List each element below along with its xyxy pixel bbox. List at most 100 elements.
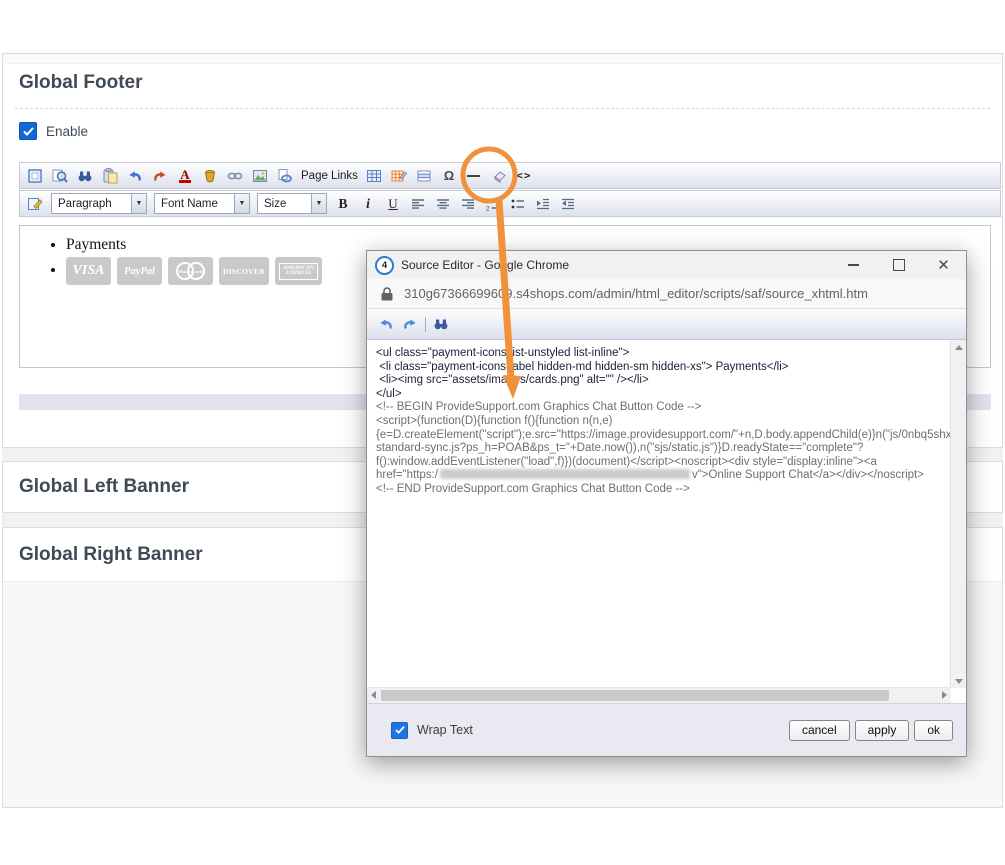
checkmark-icon <box>23 127 34 136</box>
preview-icon[interactable] <box>51 167 69 185</box>
italic-icon[interactable]: i <box>359 195 377 213</box>
chevron-down-icon[interactable]: ▼ <box>311 194 326 213</box>
bold-icon[interactable]: B <box>334 195 352 213</box>
enable-checkbox-row[interactable]: Enable <box>19 122 88 140</box>
fullscreen-icon[interactable] <box>26 167 44 185</box>
paragraph-dropdown[interactable]: Paragraph▼ <box>51 193 147 214</box>
code-line: {e=D.createElement("script");e.src="http… <box>376 429 951 443</box>
source-code-icon[interactable]: <> <box>515 167 533 185</box>
page-links-icon[interactable] <box>276 167 294 185</box>
cancel-button[interactable]: cancel <box>789 720 850 741</box>
global-footer-title: Global Footer <box>19 72 143 94</box>
page-links-label[interactable]: Page Links <box>301 170 358 182</box>
align-left-icon[interactable] <box>409 195 427 213</box>
image-icon[interactable] <box>251 167 269 185</box>
source-code-textarea[interactable]: <ul class="payment-icons list-unstyled l… <box>367 340 951 688</box>
code-line: <!-- BEGIN ProvideSupport.com Graphics C… <box>376 401 951 415</box>
horizontal-scrollbar[interactable] <box>367 687 951 703</box>
find-icon[interactable] <box>432 315 450 333</box>
source-editor-window: 4 Source Editor - Google Chrome ✕ 310g67… <box>366 250 967 757</box>
mastercard-card-badge: MasterCard <box>168 257 213 285</box>
maximize-button[interactable] <box>876 251 921 279</box>
code-line: </ul> <box>376 388 951 402</box>
scroll-left-arrow-icon[interactable] <box>371 691 376 699</box>
table-edit-icon[interactable] <box>390 167 408 185</box>
admin-settings-page: { "page": { "global_footer": {"title": "… <box>0 0 1005 865</box>
code-line: <!-- END ProvideSupport.com Graphics Cha… <box>376 483 951 497</box>
eraser-icon[interactable] <box>490 167 508 185</box>
wrap-text-checkbox[interactable] <box>391 722 408 739</box>
underline-icon[interactable]: U <box>384 195 402 213</box>
dialog-buttons: cancelapplyok <box>789 720 953 741</box>
address-bar[interactable]: 310g67366699609.s4shops.com/admin/html_e… <box>367 279 966 309</box>
find-icon[interactable] <box>76 167 94 185</box>
global-left-banner-title: Global Left Banner <box>19 476 189 498</box>
special-char-icon[interactable]: Ω <box>440 167 458 185</box>
vertical-scrollbar[interactable] <box>950 340 966 688</box>
window-title: Source Editor - Google Chrome <box>401 258 569 272</box>
table-row-icon[interactable] <box>415 167 433 185</box>
bullet-list-icon[interactable] <box>509 195 527 213</box>
outdent-icon[interactable] <box>559 195 577 213</box>
editor-toolbar-row-1: A Page Links Ω <> <box>19 162 1001 189</box>
redo-icon[interactable] <box>151 167 169 185</box>
indent-icon[interactable] <box>534 195 552 213</box>
apply-button[interactable]: apply <box>855 720 910 741</box>
redo-blue-icon[interactable] <box>401 315 419 333</box>
table-icon[interactable] <box>365 167 383 185</box>
discover-card-badge: DISCOVER <box>219 257 269 285</box>
dropdown-label: Size <box>264 198 286 210</box>
close-button[interactable]: ✕ <box>921 251 966 279</box>
window-titlebar[interactable]: 4 Source Editor - Google Chrome ✕ <box>367 251 966 279</box>
code-line: f():window.addEventListener("load",f)})(… <box>376 456 951 470</box>
align-right-icon[interactable] <box>459 195 477 213</box>
window-controls: ✕ <box>831 251 966 279</box>
code-line: <li><img src="assets/images/cards.png" a… <box>376 374 951 388</box>
scroll-up-arrow-icon[interactable] <box>955 345 963 350</box>
highlight-icon[interactable] <box>201 167 219 185</box>
source-editor-favicon: 4 <box>375 256 394 275</box>
undo-blue-icon[interactable] <box>377 315 395 333</box>
numbered-list-icon[interactable]: 12 <box>484 195 502 213</box>
dropdown-label: Font Name <box>161 198 218 210</box>
svg-text:2: 2 <box>486 205 490 212</box>
size-dropdown[interactable]: Size ▼ <box>257 193 327 214</box>
code-line: href="https:/v">Online Support Chat</a><… <box>376 469 951 483</box>
scroll-down-arrow-icon[interactable] <box>955 679 963 684</box>
undo-icon[interactable] <box>126 167 144 185</box>
checkmark-icon <box>395 726 405 734</box>
enable-checkbox[interactable] <box>19 122 37 140</box>
visa-card-badge: VISA <box>66 257 111 285</box>
horizontal-scrollbar-thumb[interactable] <box>381 690 889 701</box>
dashed-separator <box>15 108 990 109</box>
maximize-icon <box>893 259 905 271</box>
page-url: 310g67366699609.s4shops.com/admin/html_e… <box>404 286 868 301</box>
code-line: <script>(function(D){function f(){functi… <box>376 415 951 429</box>
minimize-button[interactable] <box>831 251 876 279</box>
card-top-strip <box>3 54 1002 64</box>
ok-button[interactable]: ok <box>914 720 953 741</box>
lock-icon <box>381 287 393 301</box>
link-icon[interactable] <box>226 167 244 185</box>
horizontal-rule-icon[interactable] <box>465 167 483 185</box>
minimize-icon <box>848 264 859 266</box>
source-editor-toolbar <box>367 309 966 340</box>
close-icon: ✕ <box>937 258 950 273</box>
font-color-icon[interactable]: A <box>176 167 194 185</box>
scroll-right-arrow-icon[interactable] <box>942 691 947 699</box>
paypal-card-badge: PayPal <box>117 257 162 285</box>
enable-checkbox-label: Enable <box>46 124 88 139</box>
source-editor-footer: Wrap Text cancelapplyok <box>367 703 966 756</box>
toolbar-separator <box>425 317 426 332</box>
code-line: standard-sync.js?ps_h=POAB&ps_t="+Date.n… <box>376 442 951 456</box>
chevron-down-icon[interactable]: ▼ <box>131 194 146 213</box>
edit-html-icon[interactable] <box>26 195 44 213</box>
amex-card-badge: AMERICANEXPRESS <box>275 257 322 285</box>
code-line: <li class="payment-icons-label hidden-md… <box>376 361 951 375</box>
chevron-down-icon[interactable]: ▼ <box>234 194 249 213</box>
svg-text:1: 1 <box>486 198 490 205</box>
align-center-icon[interactable] <box>434 195 452 213</box>
paste-icon[interactable] <box>101 167 119 185</box>
editor-toolbar-row-2: Paragraph▼ Font Name ▼ Size ▼ BiU 12 <box>19 190 1001 217</box>
font-name-dropdown[interactable]: Font Name ▼ <box>154 193 250 214</box>
